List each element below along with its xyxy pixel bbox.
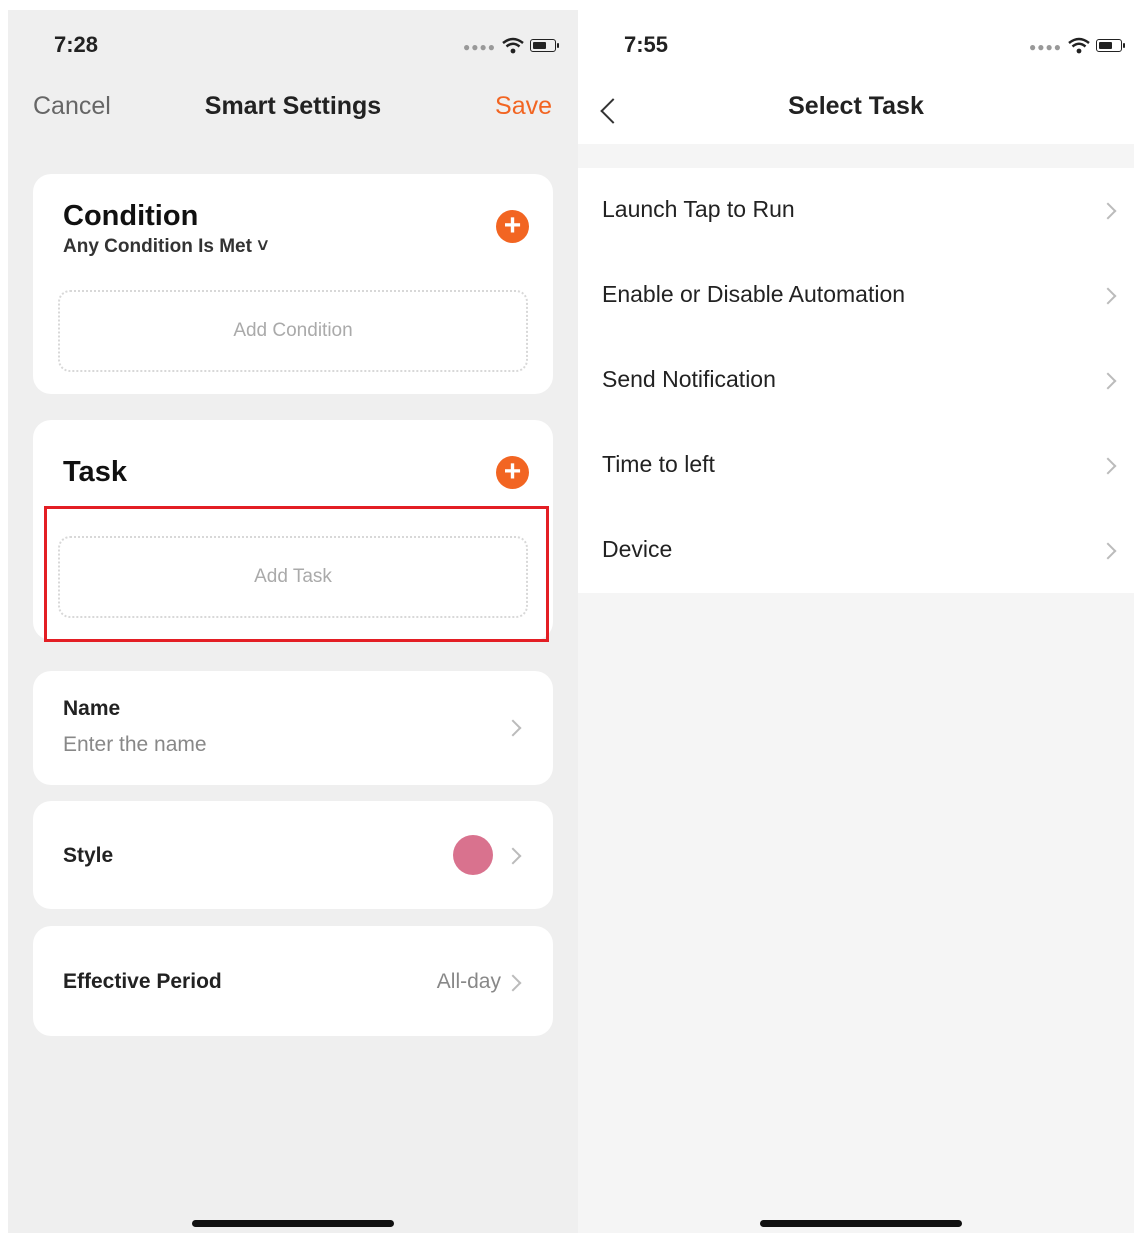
signal-icon: ●●●● [1029, 40, 1062, 54]
effective-period-label: Effective Period [63, 970, 222, 993]
chevron-right-icon [1099, 372, 1117, 390]
list-item-device[interactable]: Device [578, 508, 1134, 593]
chevron-right-icon [504, 719, 522, 737]
condition-title: Condition [63, 200, 199, 232]
condition-mode-dropdown[interactable]: Any Condition Is Met ˅ [63, 236, 268, 258]
add-task-plus-icon[interactable]: + [496, 456, 529, 489]
add-condition-button[interactable]: Add Condition [58, 290, 528, 372]
battery-icon [1096, 38, 1125, 52]
condition-card: Condition Any Condition Is Met ˅ + Add C… [33, 174, 553, 394]
status-bar: 7:28 ●●●● [8, 10, 578, 80]
wifi-icon [502, 37, 524, 53]
battery-icon [530, 38, 559, 52]
style-color-swatch[interactable] [453, 835, 493, 875]
list-item-time-to-left[interactable]: Time to left [578, 423, 1134, 508]
select-task-screen: 7:55 ●●●● Select Task Launch Tap to Run … [578, 10, 1134, 1233]
task-title: Task [63, 456, 127, 488]
list-item-label: Device [602, 536, 673, 562]
chevron-right-icon [504, 974, 522, 992]
list-item-launch-tap-to-run[interactable]: Launch Tap to Run [578, 168, 1134, 253]
list-item-send-notification[interactable]: Send Notification [578, 338, 1134, 423]
name-label: Name [63, 697, 121, 720]
add-condition-plus-icon[interactable]: + [496, 210, 529, 243]
page-title: Select Task [788, 92, 924, 120]
chevron-right-icon [1099, 542, 1117, 560]
chevron-right-icon [504, 847, 522, 865]
status-time: 7:28 [54, 32, 99, 57]
chevron-right-icon [1099, 287, 1117, 305]
home-indicator[interactable] [760, 1220, 962, 1227]
list-item-label: Send Notification [602, 366, 776, 392]
task-type-list: Launch Tap to Run Enable or Disable Auto… [578, 168, 1134, 593]
style-label: Style [63, 844, 114, 867]
save-button[interactable]: Save [495, 92, 552, 121]
list-item-label: Time to left [602, 451, 715, 477]
signal-icon: ●●●● [463, 40, 496, 54]
home-indicator[interactable] [192, 1220, 394, 1227]
style-row[interactable]: Style [33, 801, 553, 909]
chevron-right-icon [1099, 457, 1117, 475]
name-row[interactable]: Name Enter the name [33, 671, 553, 785]
name-placeholder: Enter the name [63, 733, 207, 756]
effective-period-value: All-day [436, 970, 501, 993]
status-bar: 7:55 ●●●● [578, 10, 1134, 80]
list-item-label: Launch Tap to Run [602, 196, 795, 222]
list-item-enable-disable-automation[interactable]: Enable or Disable Automation [578, 253, 1134, 338]
status-time: 7:55 [624, 32, 669, 57]
page-title: Smart Settings [204, 92, 382, 120]
smart-settings-screen: 7:28 ●●●● Cancel Smart Settings Save Con… [8, 10, 578, 1233]
wifi-icon [1068, 37, 1090, 53]
add-task-highlight [44, 506, 549, 642]
list-item-label: Enable or Disable Automation [602, 281, 906, 307]
chevron-right-icon [1099, 202, 1117, 220]
effective-period-row[interactable]: Effective Period All-day [33, 926, 553, 1036]
